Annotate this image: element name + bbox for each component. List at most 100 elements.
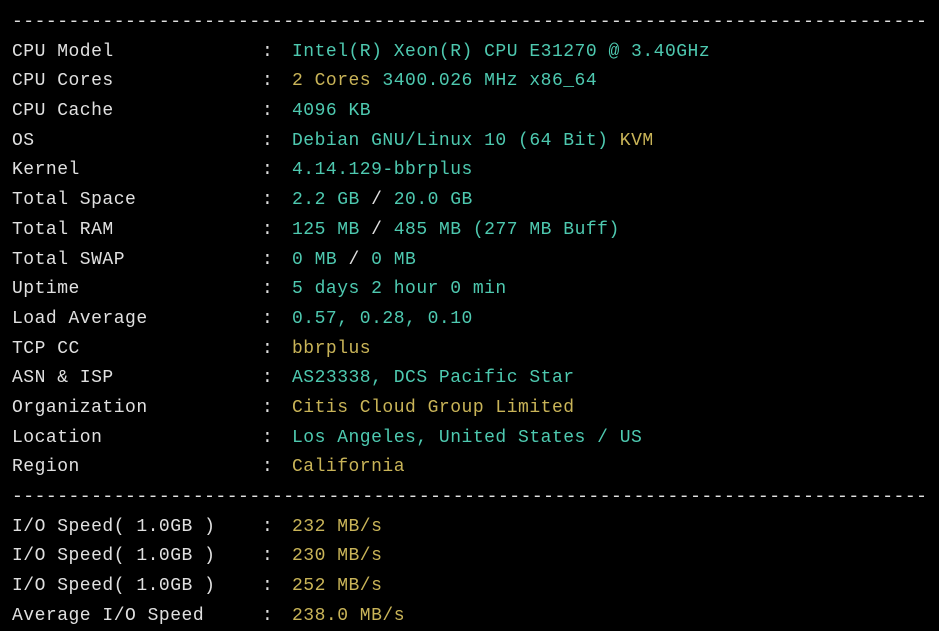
value-part: Citis Cloud Group Limited xyxy=(292,394,575,424)
value-part: / xyxy=(371,216,394,246)
value-part: 4.14.129-bbrplus xyxy=(292,156,473,186)
info-row: Total SWAP: 0 MB / 0 MB xyxy=(12,246,927,276)
system-info-block: CPU Model: Intel(R) Xeon(R) CPU E31270 @… xyxy=(12,38,927,483)
value-part: 4096 KB xyxy=(292,97,371,127)
info-row: Total RAM: 125 MB / 485 MB (277 MB Buff) xyxy=(12,216,927,246)
row-colon: : xyxy=(262,364,292,394)
row-label: I/O Speed( 1.0GB ) xyxy=(12,572,262,602)
row-colon: : xyxy=(262,67,292,97)
row-label: Total RAM xyxy=(12,216,262,246)
value-part: / xyxy=(371,186,394,216)
row-label: Region xyxy=(12,453,262,483)
row-value: 0.57, 0.28, 0.10 xyxy=(292,305,473,335)
value-part: Los Angeles, United States / US xyxy=(292,424,642,454)
info-row: Total Space: 2.2 GB / 20.0 GB xyxy=(12,186,927,216)
info-row: CPU Model: Intel(R) Xeon(R) CPU E31270 @… xyxy=(12,38,927,68)
info-row: Location: Los Angeles, United States / U… xyxy=(12,424,927,454)
row-label: Kernel xyxy=(12,156,262,186)
row-colon: : xyxy=(262,97,292,127)
value-part: Debian GNU/Linux 10 (64 Bit) xyxy=(292,127,620,157)
row-label: Average I/O Speed xyxy=(12,602,262,631)
row-value: 0 MB / 0 MB xyxy=(292,246,416,276)
row-colon: : xyxy=(262,216,292,246)
row-colon: : xyxy=(262,453,292,483)
value-part: 252 MB/s xyxy=(292,572,382,602)
value-part: bbrplus xyxy=(292,335,371,365)
value-part: / xyxy=(349,246,372,276)
value-part: KVM xyxy=(620,127,654,157)
row-label: Load Average xyxy=(12,305,262,335)
divider-middle: ----------------------------------------… xyxy=(12,483,927,513)
row-label: CPU Cache xyxy=(12,97,262,127)
row-colon: : xyxy=(262,186,292,216)
row-value: 2 Cores 3400.026 MHz x86_64 xyxy=(292,67,597,97)
value-part: 0 MB xyxy=(371,246,416,276)
value-part: 232 MB/s xyxy=(292,513,382,543)
info-row: TCP CC: bbrplus xyxy=(12,335,927,365)
value-part: 5 days 2 hour 0 min xyxy=(292,275,507,305)
row-colon: : xyxy=(262,513,292,543)
row-colon: : xyxy=(262,542,292,572)
row-label: Location xyxy=(12,424,262,454)
info-row: Load Average: 0.57, 0.28, 0.10 xyxy=(12,305,927,335)
row-value: 4.14.129-bbrplus xyxy=(292,156,473,186)
info-row: Average I/O Speed: 238.0 MB/s xyxy=(12,602,927,631)
row-value: 252 MB/s xyxy=(292,572,382,602)
row-label: ASN & ISP xyxy=(12,364,262,394)
row-value: Los Angeles, United States / US xyxy=(292,424,642,454)
row-value: Citis Cloud Group Limited xyxy=(292,394,575,424)
row-value: 4096 KB xyxy=(292,97,371,127)
value-part: 125 MB xyxy=(292,216,371,246)
value-part: 2.2 GB xyxy=(292,186,371,216)
row-colon: : xyxy=(262,38,292,68)
value-part: California xyxy=(292,453,405,483)
value-part: 485 MB (277 MB Buff) xyxy=(394,216,620,246)
row-value: AS23338, DCS Pacific Star xyxy=(292,364,575,394)
row-value: California xyxy=(292,453,405,483)
row-colon: : xyxy=(262,305,292,335)
row-colon: : xyxy=(262,335,292,365)
info-row: ASN & ISP: AS23338, DCS Pacific Star xyxy=(12,364,927,394)
value-part: 230 MB/s xyxy=(292,542,382,572)
row-value: Debian GNU/Linux 10 (64 Bit) KVM xyxy=(292,127,654,157)
info-row: Organization: Citis Cloud Group Limited xyxy=(12,394,927,424)
row-value: 5 days 2 hour 0 min xyxy=(292,275,507,305)
row-colon: : xyxy=(262,602,292,631)
divider-top: ----------------------------------------… xyxy=(12,8,927,38)
row-colon: : xyxy=(262,246,292,276)
row-value: 232 MB/s xyxy=(292,513,382,543)
value-part: 238.0 MB/s xyxy=(292,602,405,631)
info-row: CPU Cache: 4096 KB xyxy=(12,97,927,127)
info-row: I/O Speed( 1.0GB ): 232 MB/s xyxy=(12,513,927,543)
value-part: 0.57, 0.28, 0.10 xyxy=(292,305,473,335)
info-row: Uptime: 5 days 2 hour 0 min xyxy=(12,275,927,305)
io-speed-block: I/O Speed( 1.0GB ): 232 MB/sI/O Speed( 1… xyxy=(12,513,927,631)
value-part: 3400.026 MHz x86_64 xyxy=(382,67,597,97)
info-row: CPU Cores: 2 Cores 3400.026 MHz x86_64 xyxy=(12,67,927,97)
row-colon: : xyxy=(262,156,292,186)
row-label: OS xyxy=(12,127,262,157)
row-colon: : xyxy=(262,572,292,602)
row-value: 125 MB / 485 MB (277 MB Buff) xyxy=(292,216,620,246)
row-colon: : xyxy=(262,275,292,305)
row-colon: : xyxy=(262,127,292,157)
row-label: CPU Model xyxy=(12,38,262,68)
row-colon: : xyxy=(262,394,292,424)
value-part: 0 MB xyxy=(292,246,349,276)
row-label: Uptime xyxy=(12,275,262,305)
value-part: 2 Cores xyxy=(292,67,382,97)
row-colon: : xyxy=(262,424,292,454)
value-part: AS23338, DCS Pacific Star xyxy=(292,364,575,394)
info-row: I/O Speed( 1.0GB ): 252 MB/s xyxy=(12,572,927,602)
info-row: OS: Debian GNU/Linux 10 (64 Bit) KVM xyxy=(12,127,927,157)
row-label: Total SWAP xyxy=(12,246,262,276)
row-label: I/O Speed( 1.0GB ) xyxy=(12,513,262,543)
row-label: Total Space xyxy=(12,186,262,216)
value-part: 20.0 GB xyxy=(394,186,473,216)
row-value: 230 MB/s xyxy=(292,542,382,572)
value-part: Intel(R) Xeon(R) CPU E31270 @ 3.40GHz xyxy=(292,38,710,68)
row-label: I/O Speed( 1.0GB ) xyxy=(12,542,262,572)
row-value: 238.0 MB/s xyxy=(292,602,405,631)
info-row: Kernel: 4.14.129-bbrplus xyxy=(12,156,927,186)
row-value: 2.2 GB / 20.0 GB xyxy=(292,186,473,216)
